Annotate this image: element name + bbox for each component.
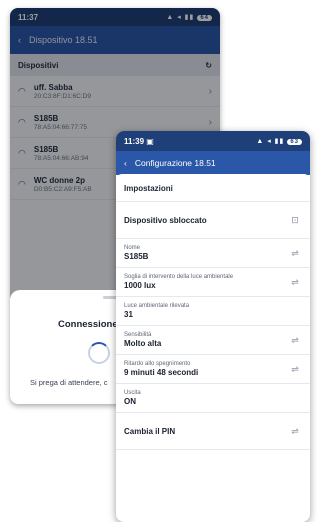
- edit-icon[interactable]: ⇌: [288, 364, 302, 375]
- configuration-screen: 11:39 ▣ ▲ ◂ ▮▮ 63 ‹ Configurazione 18.51…: [116, 131, 310, 522]
- change-pin-label: Cambia il PIN: [124, 426, 176, 436]
- setting-text: Uscita ON: [124, 390, 302, 406]
- setting-text: Nome S185B: [124, 245, 288, 261]
- setting-value: 9 minuti 48 secondi: [124, 368, 199, 377]
- battery-badge: 63: [287, 139, 302, 145]
- section-title: Impostazioni: [116, 174, 310, 202]
- setting-text: Soglia di intervento della luce ambienta…: [124, 274, 288, 290]
- unlock-label: Dispositivo sbloccato: [124, 215, 207, 225]
- unlock-icon[interactable]: ⊡: [288, 215, 302, 226]
- setting-value: S185B: [124, 252, 149, 261]
- status-icons: ▲ ◂ ▮▮ 63: [256, 137, 302, 145]
- setting-row: Uscita ON: [116, 384, 310, 413]
- setting-label: Luce ambientale rilevata: [124, 303, 190, 309]
- setting-text: Ritardo allo spegnimento 9 minuti 48 seco…: [124, 361, 288, 377]
- back-arrow-icon[interactable]: ‹: [124, 158, 127, 168]
- edit-icon[interactable]: ⇌: [288, 277, 302, 288]
- app-bar: ‹ Configurazione 18.51: [116, 151, 310, 175]
- setting-row: Luce ambientale rilevata 31: [116, 297, 310, 326]
- setting-label: Uscita: [124, 390, 141, 396]
- setting-value: 31: [124, 310, 133, 319]
- setting-label: Ritardo allo spegnimento: [124, 361, 191, 367]
- setting-text: Luce ambientale rilevata 31: [124, 303, 302, 319]
- setting-label: Nome: [124, 245, 141, 251]
- setting-label: Sensibilità: [124, 332, 152, 338]
- setting-row[interactable]: Nome S185B ⇌: [116, 239, 310, 268]
- edit-icon[interactable]: ⇌: [288, 426, 302, 437]
- status-time: 11:39 ▣: [124, 136, 154, 146]
- status-bar: 11:39 ▣ ▲ ◂ ▮▮ 63: [116, 131, 310, 151]
- setting-text: Sensibilità Molto alta: [124, 332, 288, 348]
- app-bar-title: Configurazione 18.51: [134, 158, 216, 168]
- setting-value: 1000 lux: [124, 281, 156, 290]
- edit-icon[interactable]: ⇌: [288, 248, 302, 259]
- setting-row[interactable]: Sensibilità Molto alta ⇌: [116, 326, 310, 355]
- setting-row[interactable]: Soglia di intervento della luce ambienta…: [116, 268, 310, 297]
- change-pin-row[interactable]: Cambia il PIN ⇌: [116, 413, 310, 450]
- setting-value: Molto alta: [124, 339, 162, 348]
- unlock-row[interactable]: Dispositivo sbloccato ⊡: [116, 202, 310, 239]
- setting-label: Soglia di intervento della luce ambienta…: [124, 274, 234, 280]
- setting-row[interactable]: Ritardo allo spegnimento 9 minuti 48 seco…: [116, 355, 310, 384]
- setting-value: ON: [124, 397, 136, 406]
- edit-icon[interactable]: ⇌: [288, 335, 302, 346]
- settings-content: Impostazioni Dispositivo sbloccato ⊡ Nom…: [116, 174, 310, 450]
- settings-list: Nome S185B ⇌ Soglia di intervento della luc…: [116, 239, 310, 413]
- loading-spinner-icon: [88, 342, 110, 364]
